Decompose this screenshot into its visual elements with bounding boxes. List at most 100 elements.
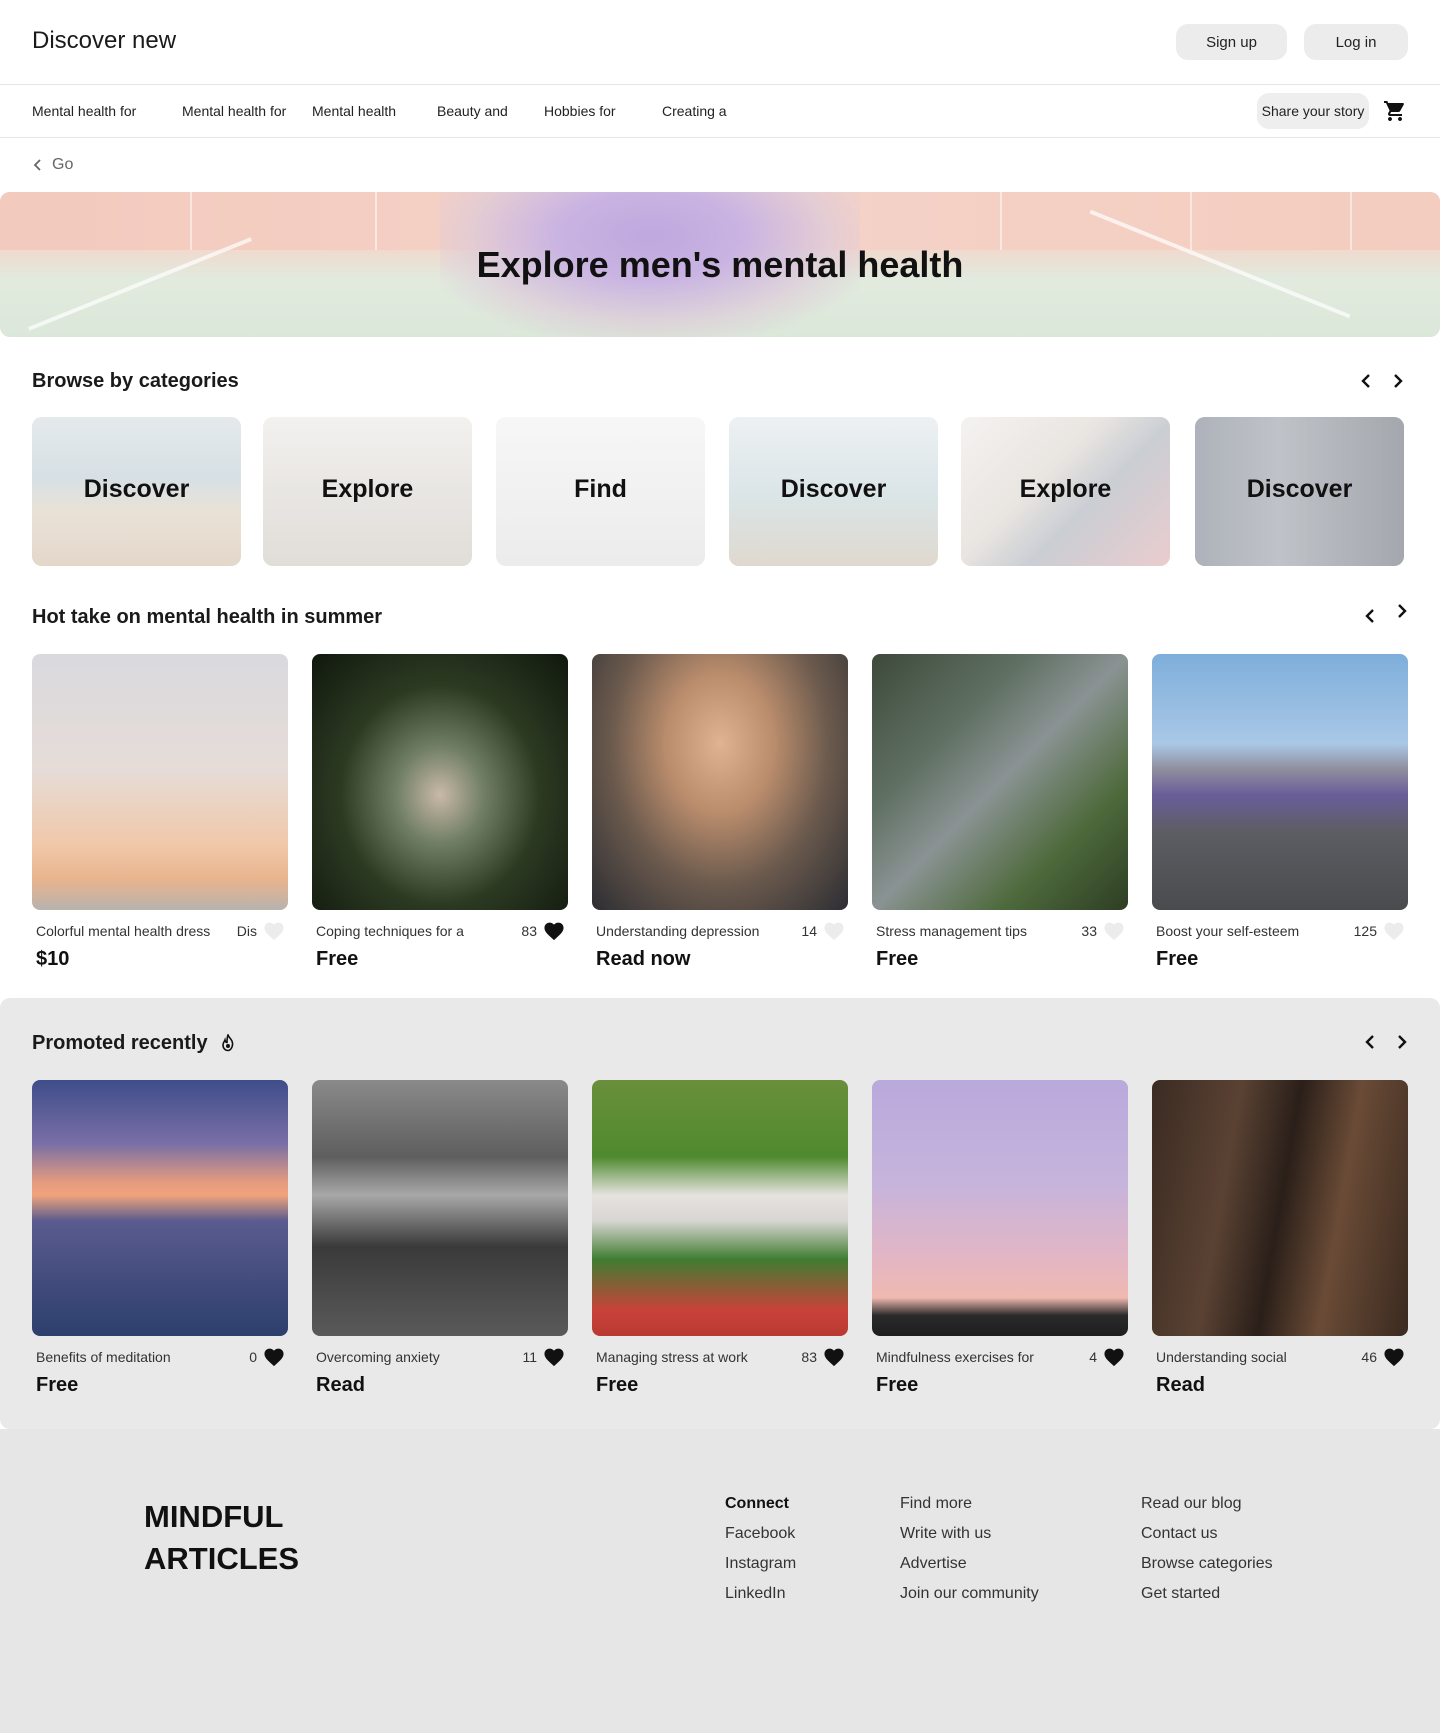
- article-price: $10: [36, 948, 70, 970]
- like-count: 46: [1361, 1349, 1377, 1365]
- like-count: 4: [1089, 1349, 1097, 1365]
- article-title[interactable]: Boost your self-esteem: [1156, 923, 1299, 939]
- article-image[interactable]: [1152, 1080, 1408, 1336]
- footer: [0, 1429, 1440, 1733]
- article-image[interactable]: [32, 1080, 288, 1336]
- footer-link[interactable]: LinkedIn: [725, 1585, 786, 1603]
- footer-link[interactable]: Advertise: [900, 1555, 967, 1573]
- heart-icon[interactable]: [1383, 1347, 1405, 1367]
- hero-banner: Explore men's mental health: [0, 192, 1440, 337]
- hero-title: Explore men's mental health: [476, 244, 964, 285]
- cart-icon[interactable]: [1383, 99, 1407, 123]
- footer-brand-line: ARTICLES: [144, 1541, 299, 1576]
- chevron-left-icon[interactable]: [1356, 370, 1378, 392]
- like-count: 11: [522, 1349, 537, 1365]
- footer-link[interactable]: Contact us: [1141, 1525, 1217, 1543]
- nav-item[interactable]: Creating a: [662, 103, 727, 119]
- footer-link[interactable]: Read our blog: [1141, 1495, 1242, 1513]
- footer-link[interactable]: Facebook: [725, 1525, 795, 1543]
- footer-link[interactable]: Get started: [1141, 1585, 1220, 1603]
- nav-item[interactable]: Mental health: [312, 103, 396, 119]
- article-price: Free: [876, 1374, 919, 1396]
- share-story-button[interactable]: Share your story: [1257, 93, 1369, 129]
- category-card[interactable]: Discover: [1195, 417, 1404, 566]
- signup-button[interactable]: Sign up: [1176, 24, 1287, 60]
- heart-icon[interactable]: [263, 921, 285, 941]
- article-price: Free: [316, 948, 359, 970]
- category-label: Find: [574, 475, 627, 503]
- site-brand[interactable]: Discover new: [32, 27, 176, 55]
- footer-link[interactable]: Instagram: [725, 1555, 796, 1573]
- category-label: Explore: [321, 475, 414, 503]
- article-title[interactable]: Benefits of meditation: [36, 1349, 171, 1365]
- article-image[interactable]: [592, 1080, 848, 1336]
- heart-icon[interactable]: [1383, 921, 1405, 941]
- footer-heading-connect: Connect: [725, 1495, 789, 1512]
- footer-link[interactable]: Write with us: [900, 1525, 991, 1543]
- footer-link[interactable]: Find more: [900, 1495, 972, 1513]
- article-image[interactable]: [312, 654, 568, 910]
- article-price: Free: [36, 1374, 79, 1396]
- chevron-left-icon[interactable]: [1360, 605, 1382, 627]
- top-bar: Discover new Sign up Log in: [0, 0, 1440, 85]
- heart-icon[interactable]: [1103, 1347, 1125, 1367]
- article-title[interactable]: Colorful mental health dress: [36, 923, 210, 939]
- category-card[interactable]: Explore: [263, 417, 472, 566]
- nav-item[interactable]: Mental health for: [182, 103, 286, 119]
- article-title[interactable]: Mindfulness exercises for: [876, 1349, 1034, 1365]
- chevron-left-icon[interactable]: [1360, 1031, 1382, 1053]
- article-image[interactable]: [312, 1080, 568, 1336]
- category-label: Discover: [1246, 475, 1353, 503]
- like-count: 83: [521, 923, 537, 939]
- category-card[interactable]: Discover: [32, 417, 241, 566]
- footer-brand-line: MINDFUL: [144, 1499, 284, 1534]
- article-image[interactable]: [1152, 654, 1408, 910]
- article-price: Free: [596, 1374, 639, 1396]
- article-title[interactable]: Managing stress at work: [596, 1349, 748, 1365]
- footer-link[interactable]: Join our community: [900, 1585, 1039, 1603]
- chevron-right-icon[interactable]: [1386, 370, 1408, 392]
- heart-icon[interactable]: [543, 921, 565, 941]
- categories-title: Browse by categories: [32, 370, 239, 392]
- article-image[interactable]: [592, 654, 848, 910]
- login-button[interactable]: Log in: [1304, 24, 1408, 60]
- category-card[interactable]: Explore: [961, 417, 1170, 566]
- article-title[interactable]: Coping techniques for a: [316, 923, 464, 939]
- back-link[interactable]: Go: [32, 156, 73, 174]
- category-label: Explore: [1019, 475, 1112, 503]
- article-title[interactable]: Understanding depression: [596, 923, 759, 939]
- category-label: Discover: [780, 475, 887, 503]
- like-count: 125: [1353, 923, 1377, 939]
- heart-icon[interactable]: [823, 1347, 845, 1367]
- back-label: Go: [52, 156, 74, 173]
- article-title[interactable]: Stress management tips: [876, 923, 1027, 939]
- article-price: Free: [876, 948, 919, 970]
- like-count: 0: [249, 1349, 257, 1365]
- hot-section-title: Hot take on mental health in summer: [32, 606, 383, 628]
- article-title[interactable]: Overcoming anxiety: [316, 1349, 440, 1365]
- article-image[interactable]: [872, 1080, 1128, 1336]
- article-title[interactable]: Understanding social: [1156, 1349, 1287, 1365]
- article-image[interactable]: [872, 654, 1128, 910]
- nav-item[interactable]: Mental health for: [32, 103, 136, 119]
- heart-icon[interactable]: [263, 1347, 285, 1367]
- article-image[interactable]: [32, 654, 288, 910]
- nav-item[interactable]: Beauty and: [437, 103, 508, 119]
- heart-icon[interactable]: [543, 1347, 565, 1367]
- footer-link[interactable]: Browse categories: [1141, 1555, 1273, 1573]
- category-nav: Mental health for Mental health for Ment…: [0, 85, 1440, 138]
- article-price: Free: [1156, 948, 1199, 970]
- fire-icon: [222, 1034, 234, 1052]
- chevron-right-icon[interactable]: [1390, 1031, 1412, 1053]
- chevron-right-icon[interactable]: [1390, 600, 1412, 622]
- category-card[interactable]: Discover: [729, 417, 938, 566]
- footer-brand: MINDFUL ARTICLES: [144, 1496, 299, 1580]
- article-price: Read now: [596, 948, 691, 970]
- promoted-title: Promoted recently: [32, 1032, 208, 1054]
- category-card[interactable]: Find: [496, 417, 705, 566]
- article-price: Read: [1156, 1374, 1205, 1396]
- heart-icon[interactable]: [823, 921, 845, 941]
- like-count: 14: [801, 923, 817, 939]
- heart-icon[interactable]: [1103, 921, 1125, 941]
- nav-item[interactable]: Hobbies for: [544, 103, 616, 119]
